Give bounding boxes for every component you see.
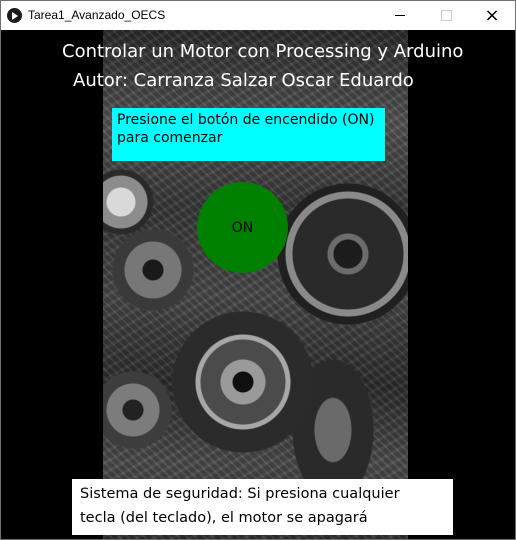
- maximize-icon: [440, 10, 452, 21]
- power-on-label: ON: [231, 219, 254, 236]
- instruction-line-2: para comenzar: [117, 130, 223, 146]
- minimize-button[interactable]: [377, 1, 423, 30]
- security-notice: Sistema de seguridad: Si presiona cualqu…: [72, 479, 453, 535]
- engine-photo: [103, 30, 408, 539]
- minimize-icon: [395, 15, 405, 16]
- window-title: Tarea1_Avanzado_OECS: [28, 8, 166, 22]
- close-button[interactable]: ×: [469, 1, 515, 30]
- instruction-box: Presione el botón de encendido (ON) para…: [112, 108, 385, 161]
- maximize-button[interactable]: [423, 1, 469, 30]
- close-icon: ×: [484, 5, 500, 26]
- app-window: Tarea1_Avanzado_OECS × Controlar un Moto…: [0, 0, 516, 540]
- instruction-line-1: Presione el botón de encendido (ON): [117, 112, 375, 128]
- security-notice-line-1: Sistema de seguridad: Si presiona cualqu…: [80, 486, 400, 502]
- security-notice-line-2: tecla (del teclado), el motor se apagará: [80, 510, 368, 526]
- author-line: Autor: Carranza Salzar Oscar Eduardo: [73, 70, 414, 91]
- processing-play-icon: [7, 8, 22, 23]
- title-bar[interactable]: Tarea1_Avanzado_OECS ×: [1, 1, 515, 30]
- sketch-canvas[interactable]: Controlar un Motor con Processing y Ardu…: [1, 30, 515, 539]
- page-title: Controlar un Motor con Processing y Ardu…: [62, 41, 464, 62]
- power-on-button[interactable]: ON: [197, 182, 288, 273]
